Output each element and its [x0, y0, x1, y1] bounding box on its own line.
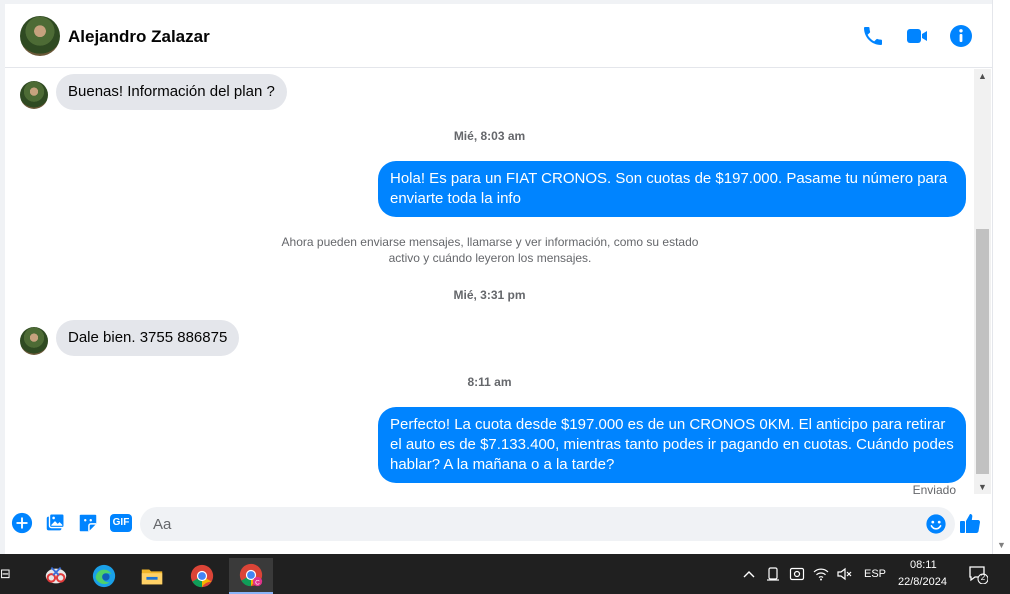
device-icon[interactable]	[765, 566, 781, 582]
file-explorer-icon[interactable]	[130, 558, 174, 594]
chrome-profile-icon[interactable]: C	[229, 558, 273, 594]
gif-label: GIF	[112, 517, 130, 528]
svg-text:C: C	[255, 579, 260, 586]
image-icon[interactable]	[44, 512, 66, 534]
message-input[interactable]: Aa	[140, 507, 955, 541]
video-icon[interactable]	[905, 24, 929, 48]
edge-icon[interactable]	[82, 558, 126, 594]
chat-scrollbar[interactable]: ▲ ▼	[974, 69, 991, 494]
scroll-down-arrow-icon[interactable]: ▼	[974, 480, 991, 494]
timestamp: 8:11 am	[467, 375, 512, 389]
right-gutter	[992, 0, 1010, 554]
received-message[interactable]: Buenas! Información del plan ?	[56, 74, 287, 110]
messenger-window: Alejandro Zalazar Buenas! Información de…	[0, 0, 1010, 554]
timestamp: Mié, 8:03 am	[453, 129, 526, 143]
timestamp: Mié, 3:31 pm	[453, 288, 526, 302]
message-composer: GIF Aa	[5, 500, 1005, 548]
scroll-up-arrow-icon[interactable]: ▲	[974, 69, 991, 83]
sent-message[interactable]: Perfecto! La cuota desde $197.000 es de …	[378, 407, 966, 483]
info-icon[interactable]	[949, 24, 973, 48]
message-avatar[interactable]	[20, 81, 48, 109]
language-indicator[interactable]: ESP	[864, 568, 886, 580]
volume-muted-icon[interactable]	[836, 566, 852, 582]
sent-message[interactable]: Hola! Es para un FIAT CRONOS. Son cuotas…	[378, 161, 966, 217]
notification-count: 2	[980, 573, 986, 582]
sticker-icon[interactable]	[77, 512, 99, 534]
phone-icon[interactable]	[861, 24, 885, 48]
received-message[interactable]: Dale bien. 3755 886875	[56, 320, 240, 356]
show-hidden-icons-icon[interactable]	[741, 566, 757, 582]
chrome-icon[interactable]	[180, 558, 224, 594]
page-scroll-down-icon[interactable]: ▼	[997, 540, 1006, 550]
wifi-icon[interactable]	[813, 566, 829, 582]
plus-icon[interactable]	[11, 512, 33, 534]
like-icon[interactable]	[958, 511, 982, 535]
meet-now-icon[interactable]	[789, 566, 805, 582]
clock-date[interactable]: 22/8/2024	[898, 576, 947, 588]
snipping-tool-icon[interactable]	[34, 558, 78, 594]
sent-status: Enviado	[912, 483, 956, 496]
message-avatar[interactable]	[20, 327, 48, 355]
contact-avatar[interactable]	[20, 16, 60, 56]
contact-name[interactable]: Alejandro Zalazar	[68, 27, 210, 47]
windows-taskbar: ⊟ C ESP 08:11 22/8/2024 2	[0, 554, 1010, 594]
gif-icon[interactable]: GIF	[109, 512, 133, 534]
message-list[interactable]: Buenas! Información del plan ? Mié, 8:03…	[5, 69, 974, 496]
emoji-icon[interactable]	[925, 513, 947, 535]
task-view-icon[interactable]: ⊟	[0, 566, 12, 582]
clock-time[interactable]: 08:11	[910, 559, 937, 571]
notification-center-icon[interactable]: 2	[968, 564, 989, 585]
message-input-placeholder: Aa	[153, 516, 172, 533]
system-message: Ahora pueden enviarse mensajes, llamarse…	[281, 235, 699, 265]
scrollbar-thumb[interactable]	[976, 229, 989, 474]
conversation-header: Alejandro Zalazar	[5, 4, 992, 68]
